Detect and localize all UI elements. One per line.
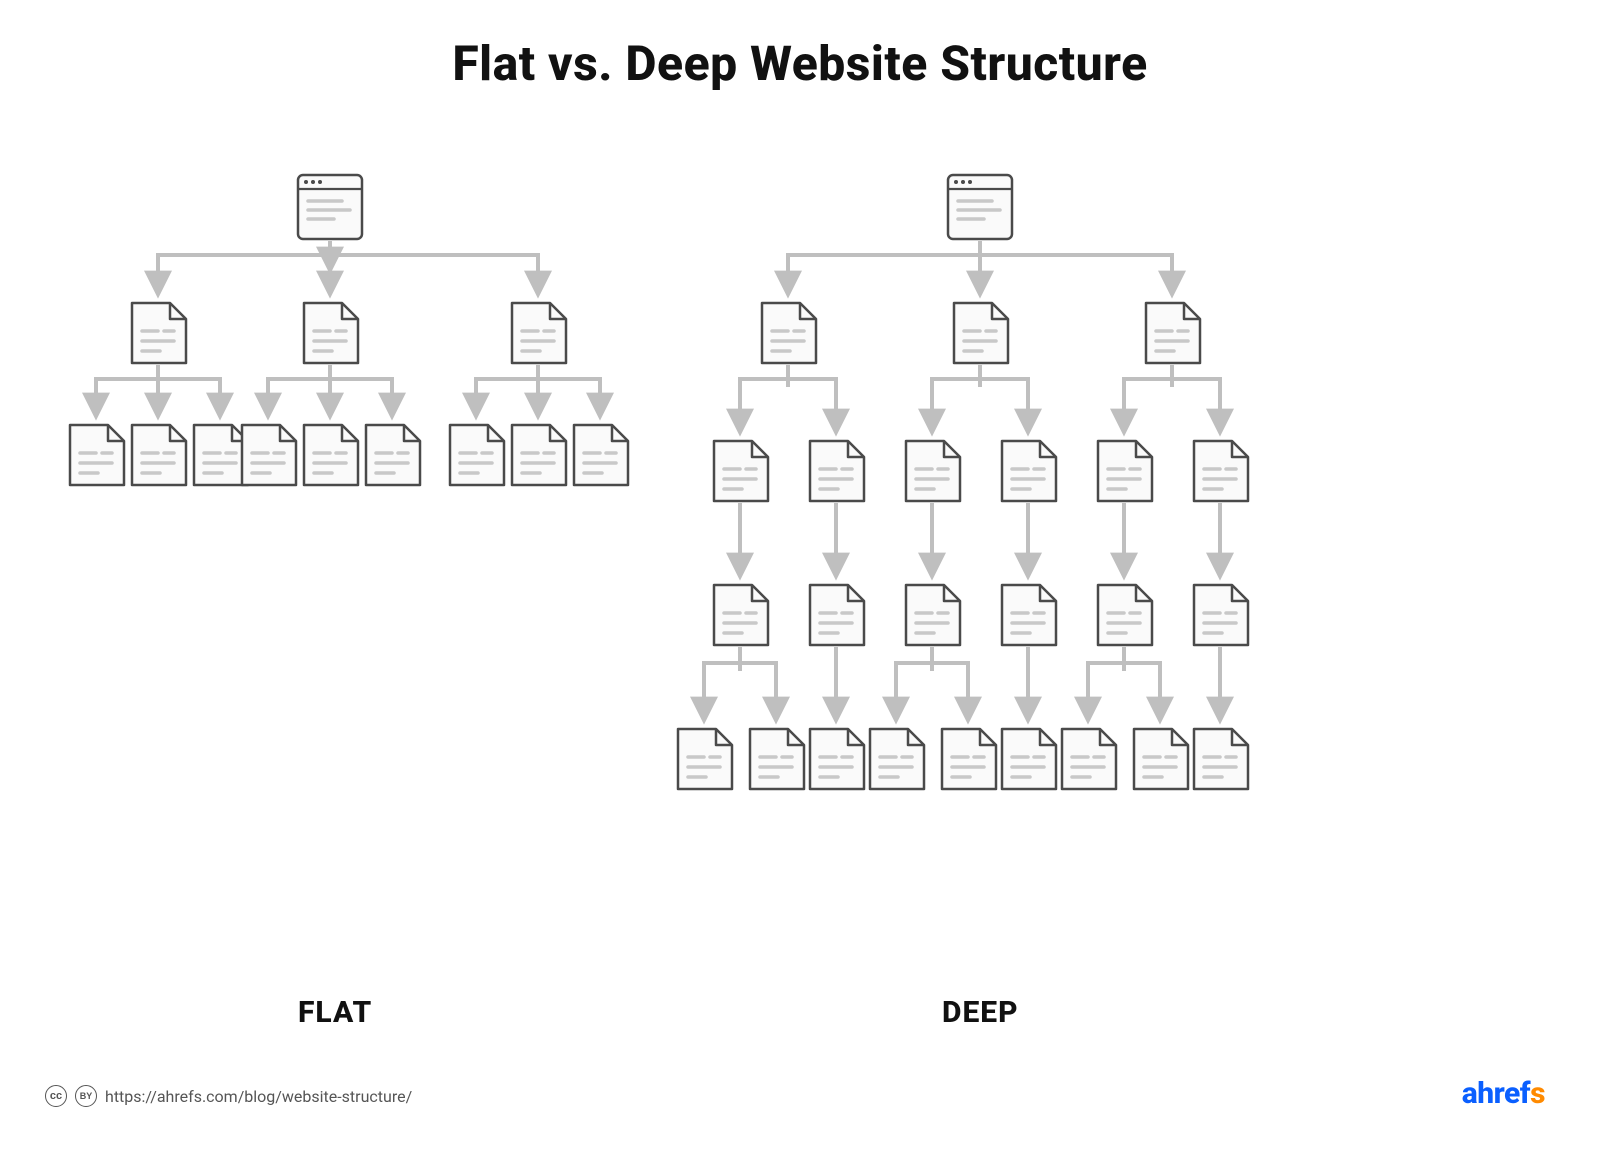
page-icon — [512, 303, 566, 363]
page-icon — [1098, 441, 1152, 501]
page-icon — [678, 729, 732, 789]
page-icon — [810, 729, 864, 789]
browser-icon — [948, 175, 1012, 239]
footer-attribution: cc BY https://ahrefs.com/blog/website-st… — [45, 1085, 412, 1107]
page-icon — [906, 585, 960, 645]
flat-tree — [70, 175, 628, 485]
page-icon — [70, 425, 124, 485]
diagram-canvas — [0, 35, 1600, 1149]
page-icon — [906, 441, 960, 501]
page-icon — [714, 441, 768, 501]
page-icon — [450, 425, 504, 485]
page-icon — [942, 729, 996, 789]
page-icon — [1194, 441, 1248, 501]
deep-label: DEEP — [942, 995, 1019, 1030]
page-icon — [1098, 585, 1152, 645]
page-icon — [1134, 729, 1188, 789]
page-icon — [1062, 729, 1116, 789]
page-icon — [1146, 303, 1200, 363]
page-icon — [304, 303, 358, 363]
page-icon — [870, 729, 924, 789]
page-icon — [132, 425, 186, 485]
page-icon — [810, 441, 864, 501]
cc-by-icon: BY — [75, 1085, 97, 1107]
page-icon — [1002, 729, 1056, 789]
page-icon — [810, 585, 864, 645]
page-icon — [194, 425, 248, 485]
page-icon — [714, 585, 768, 645]
footer-url: https://ahrefs.com/blog/website-structur… — [105, 1087, 412, 1106]
page-icon — [1194, 585, 1248, 645]
page-icon — [242, 425, 296, 485]
page-icon — [750, 729, 804, 789]
page-icon — [132, 303, 186, 363]
page-icon — [1002, 585, 1056, 645]
page-icon — [1194, 729, 1248, 789]
flat-label: FLAT — [298, 995, 372, 1030]
brand-logo: ahrefs — [1462, 1076, 1545, 1111]
deep-tree — [678, 175, 1248, 789]
page-icon — [366, 425, 420, 485]
cc-icon: cc — [45, 1085, 67, 1107]
page-icon — [304, 425, 358, 485]
page-icon — [574, 425, 628, 485]
page-icon — [1002, 441, 1056, 501]
page-icon — [762, 303, 816, 363]
page-icon — [954, 303, 1008, 363]
page-icon — [512, 425, 566, 485]
browser-icon — [298, 175, 362, 239]
